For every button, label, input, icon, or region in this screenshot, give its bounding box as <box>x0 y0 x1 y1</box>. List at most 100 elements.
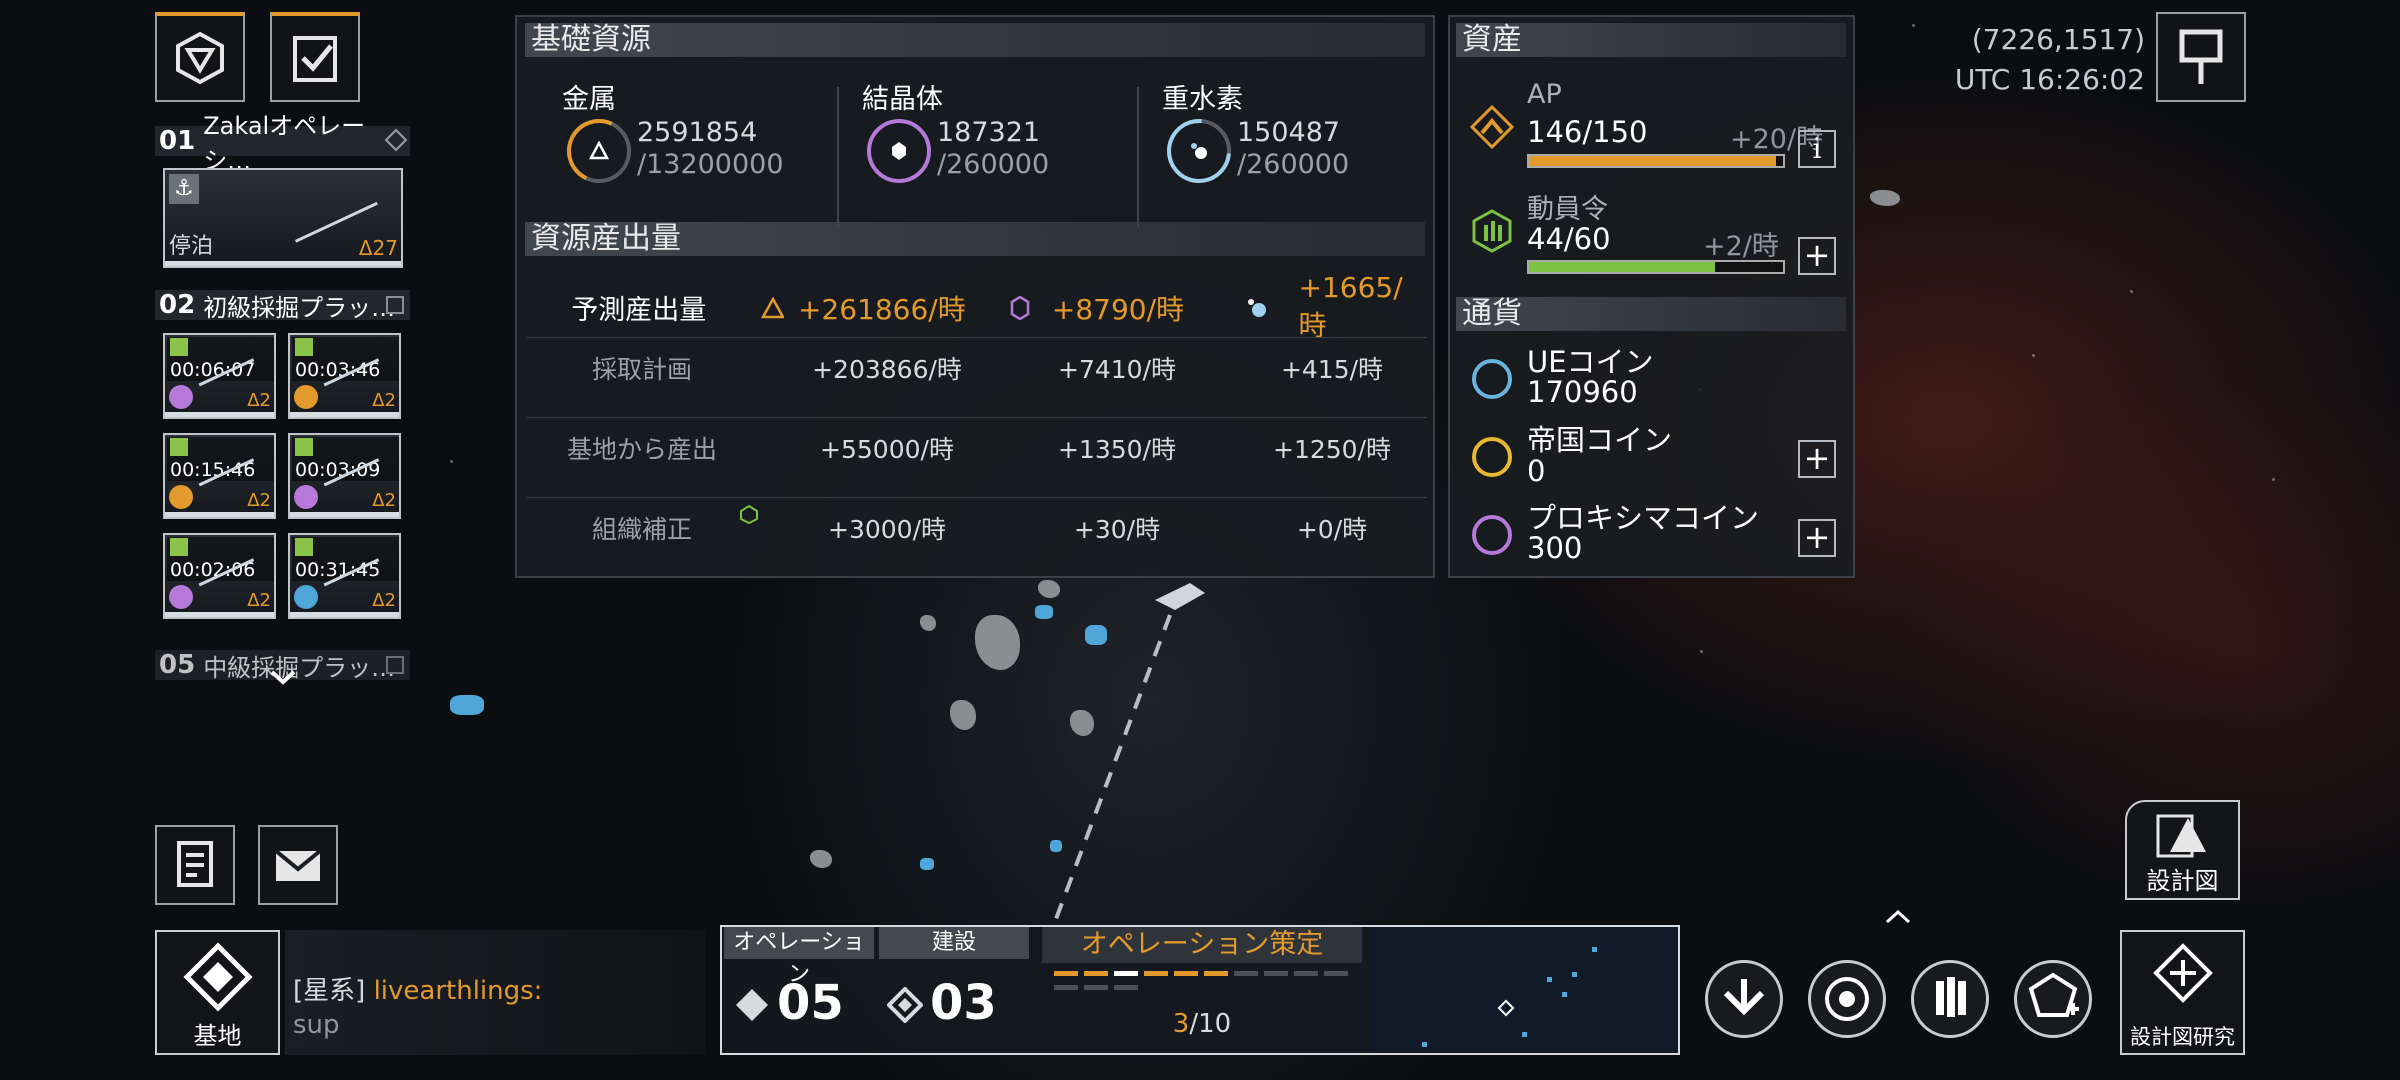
base-button[interactable]: 基地 <box>155 930 280 1055</box>
star <box>1700 650 1703 653</box>
fleet-menu-button[interactable] <box>155 12 245 102</box>
ap-info-button[interactable]: i <box>1798 130 1836 168</box>
operation-strategy[interactable]: オペレーション策定 3/10 <box>1042 927 1362 1052</box>
production-row-label: 組織補正 <box>591 514 692 544</box>
fleet-card[interactable]: 00:03:46 Δ2 <box>288 333 401 419</box>
strategy-segment <box>1204 971 1228 976</box>
production-row: 採取計画 +203866/時 +7410/時 +415/時 <box>527 337 1427 397</box>
ship-sprite[interactable] <box>1150 575 1210 615</box>
ap-bar <box>1527 154 1785 168</box>
chat-preview[interactable]: [星系] livearthlings: sup <box>285 930 705 1055</box>
fleet-group-name: 中級採掘プラッ… <box>203 653 396 682</box>
mobilize-value: 44/60 <box>1527 222 1611 256</box>
fleet-card[interactable]: 00:06:07 Δ2 <box>163 333 276 419</box>
strategy-total: /10 <box>1189 1009 1232 1039</box>
mobilize-bar <box>1527 260 1785 274</box>
operation-count[interactable]: 05 <box>777 975 844 1031</box>
add-emblem-icon <box>2028 972 2079 1017</box>
organization-icon <box>740 504 758 524</box>
strategy-segment <box>1264 971 1288 976</box>
assets-header: 資産 <box>1456 23 1846 57</box>
fleet-health-bar <box>165 412 274 417</box>
production-header: 資源産出量 <box>525 222 1425 256</box>
crystal-small-icon <box>1011 295 1030 320</box>
fleet-delta: Δ2 <box>247 390 271 411</box>
mobilize-add-button[interactable]: + <box>1798 237 1836 275</box>
fleet-card[interactable]: 00:03:09 Δ2 <box>288 433 401 519</box>
recruit-button[interactable] <box>2014 960 2092 1038</box>
scan-button[interactable] <box>1808 960 1886 1038</box>
production-row: 基地から産出 +55000/時 +1350/時 +1250/時 <box>527 417 1427 477</box>
proxima-coin-add-button[interactable]: + <box>1798 519 1836 557</box>
minimap-marker <box>1497 999 1515 1017</box>
chat-channel: [星系] <box>293 976 366 1006</box>
metal-icon <box>557 109 641 193</box>
fleet-delta: Δ27 <box>358 236 398 260</box>
blueprint-research-button[interactable]: 設計図研究 <box>2120 930 2245 1055</box>
mobilize-rate: +2/時 <box>1703 231 1779 262</box>
fleet-group-2[interactable]: 02 初級採掘プラッ… <box>155 290 410 322</box>
ap-value: 146/150 <box>1527 115 1648 149</box>
travel-path-line <box>1048 614 1172 936</box>
tasks-button[interactable] <box>270 12 360 102</box>
fleet-card[interactable]: 00:31:45 Δ2 <box>288 533 401 619</box>
ap-bar-fill <box>1529 156 1777 166</box>
chat-user: livearthlings: <box>373 976 543 1006</box>
mining-icon <box>170 438 188 456</box>
strategy-segment <box>1084 985 1108 990</box>
mining-icon <box>295 438 313 456</box>
resource-name: 金属 <box>562 84 616 115</box>
document-icon <box>177 841 213 887</box>
tab-operation[interactable]: オペレーション <box>724 927 874 987</box>
currency-value: 170960 <box>1527 375 1638 409</box>
blueprint-research-label: 設計図研究 <box>2130 1025 2235 1049</box>
star <box>450 460 453 463</box>
checkbox[interactable] <box>386 656 404 674</box>
chevron-down-icon[interactable] <box>268 668 298 688</box>
resource-deuterium[interactable]: 重水素 150487 /260000 <box>1117 77 1407 207</box>
asteroid <box>975 615 1020 670</box>
resource-cap: /260000 <box>937 149 1050 180</box>
fleet-status: 停泊 <box>169 234 214 259</box>
fleet-group-number: 05 <box>159 650 196 680</box>
fleet-card-zakal[interactable]: ⚓ 停泊 Δ27 <box>163 168 403 268</box>
reports-button[interactable] <box>155 825 235 905</box>
download-button[interactable] <box>1705 960 1783 1038</box>
base-icon <box>182 942 253 1012</box>
fleet-delta: Δ2 <box>247 590 271 611</box>
chat-message: sup <box>293 1010 340 1040</box>
fleet-group-1[interactable]: 01 Zakalオペレーシ… <box>155 112 410 175</box>
fleet-button[interactable] <box>1911 960 1989 1038</box>
fleet-delta: Δ2 <box>372 390 396 411</box>
star <box>2032 354 2035 357</box>
fleet-group-number: 02 <box>159 290 196 320</box>
production-metal: +3000/時 <box>828 514 946 544</box>
empire-coin-add-button[interactable]: + <box>1798 440 1836 478</box>
blueprint-button[interactable]: 設計図 <box>2125 800 2240 900</box>
fleet-group-name: 初級採掘プラッ… <box>203 293 396 322</box>
mail-button[interactable] <box>258 825 338 905</box>
build-count[interactable]: 03 <box>930 975 997 1031</box>
strategy-segment <box>1294 971 1318 976</box>
currency-header: 通貨 <box>1456 297 1846 331</box>
resource-current: 187321 <box>937 117 1041 148</box>
minimap[interactable] <box>1372 927 1677 1052</box>
resource-panel: 基礎資源 金属 2591854 /13200000 結晶体 187321 /26… <box>515 15 1435 578</box>
chevron-up-icon[interactable] <box>1883 908 1913 926</box>
map-button[interactable] <box>2156 12 2246 102</box>
ap-icon <box>1470 105 1514 149</box>
resource-crystal[interactable]: 結晶体 187321 /260000 <box>817 77 1107 207</box>
strategy-segment <box>1234 971 1258 976</box>
production-row-label: 基地から産出 <box>566 434 717 464</box>
tab-build[interactable]: 建設 <box>879 927 1029 959</box>
mining-icon <box>295 338 313 356</box>
checkbox[interactable] <box>386 296 404 314</box>
production-deuterium: +415/時 <box>1280 354 1384 384</box>
empire-coin-icon <box>1472 437 1512 477</box>
fleet-card[interactable]: 00:02:06 Δ2 <box>163 533 276 619</box>
minimap-dot <box>1592 947 1597 952</box>
minimap-dot <box>1547 977 1552 982</box>
fleet-card[interactable]: 00:15:46 Δ2 <box>163 433 276 519</box>
resource-metal[interactable]: 金属 2591854 /13200000 <box>517 77 807 207</box>
progress-pie <box>169 485 193 509</box>
